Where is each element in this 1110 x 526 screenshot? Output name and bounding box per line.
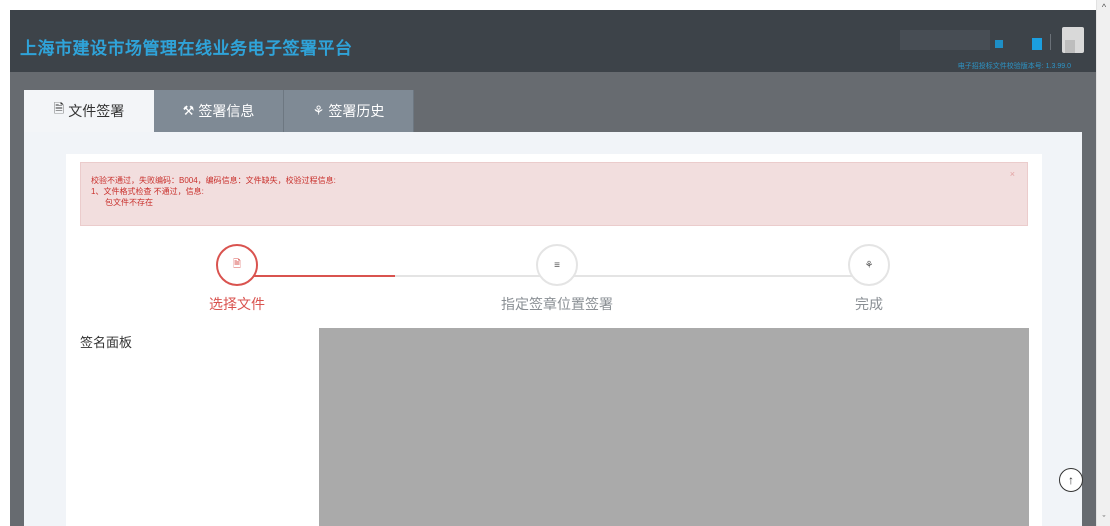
step-label: 指定签章位置签署 <box>501 296 613 312</box>
arrow-up-icon: ↑ <box>1068 473 1074 487</box>
seal-icon: ⚘ <box>312 103 325 118</box>
message-icon[interactable] <box>1032 38 1042 50</box>
app-title: 上海市建设市场管理在线业务电子签署平台 <box>20 39 353 58</box>
tab-content: 校验不通过，失败编码：B004，编码信息：文件缺失，校验过程信息: 1、文件格式… <box>24 132 1082 526</box>
avatar-shade <box>1065 40 1075 53</box>
scroll-up-icon[interactable]: ^ <box>1099 2 1109 12</box>
file-text-icon: 🗎 <box>53 101 65 116</box>
app-header: 上海市建设市场管理在线业务电子签署平台 电子招投标文件校验版本号: 1.3.99… <box>10 10 1096 72</box>
close-icon[interactable]: × <box>1010 169 1015 180</box>
gavel-icon: ⚒ <box>182 103 195 118</box>
step-label: 完成 <box>855 296 883 312</box>
signature-panel-label: 签名面板 <box>80 335 133 350</box>
main-area: 🗎 文件签署 ⚒ 签署信息 ⚘ 签署历史 校验不通过，失败编码：B004，编码信… <box>10 72 1096 526</box>
tab-label: 签署信息 <box>198 103 255 119</box>
tab-label: 文件签署 <box>68 103 125 119</box>
progress-line-pending <box>395 275 543 277</box>
signature-canvas[interactable] <box>319 328 1029 526</box>
tab-bar: 🗎 文件签署 ⚒ 签署信息 ⚘ 签署历史 <box>24 90 414 132</box>
alert-line: 校验不通过，失败编码：B004，编码信息：文件缺失，校验过程信息: <box>91 176 336 185</box>
scroll-down-icon[interactable]: ˇ <box>1099 514 1109 524</box>
step-complete: ⚘ <box>848 244 890 286</box>
tab-label: 签署历史 <box>328 103 385 119</box>
alert-line: 包文件不存在 <box>105 198 153 207</box>
file-icon: 🗎 <box>232 258 242 270</box>
tab-sign-info[interactable]: ⚒ 签署信息 <box>154 90 284 132</box>
progress-line-complete <box>237 275 395 277</box>
page-scrollbar[interactable]: ^ ˇ <box>1096 0 1110 526</box>
seal-icon: ⚘ <box>864 259 874 271</box>
progress-line-pending <box>573 275 863 277</box>
user-info-redacted <box>900 30 990 50</box>
step-sign-position: ≡ <box>536 244 578 286</box>
step-label: 选择文件 <box>209 296 265 312</box>
notification-icon[interactable] <box>995 40 1003 48</box>
sign-card: 校验不通过，失败编码：B004，编码信息：文件缺失，校验过程信息: 1、文件格式… <box>66 154 1042 526</box>
alert-line: 1、文件格式检查 不通过，信息: <box>91 187 204 196</box>
error-alert: 校验不通过，失败编码：B004，编码信息：文件缺失，校验过程信息: 1、文件格式… <box>80 162 1028 226</box>
step-select-file: 🗎 <box>216 244 258 286</box>
header-divider <box>1050 34 1051 50</box>
tab-sign-history[interactable]: ⚘ 签署历史 <box>284 90 414 132</box>
left-frame <box>0 0 10 526</box>
tab-file-sign[interactable]: 🗎 文件签署 <box>24 90 154 132</box>
version-label: 电子招投标文件校验版本号: 1.3.99.0 <box>957 63 1071 70</box>
back-to-top-button[interactable]: ↑ <box>1059 468 1083 492</box>
list-icon: ≡ <box>554 259 560 271</box>
